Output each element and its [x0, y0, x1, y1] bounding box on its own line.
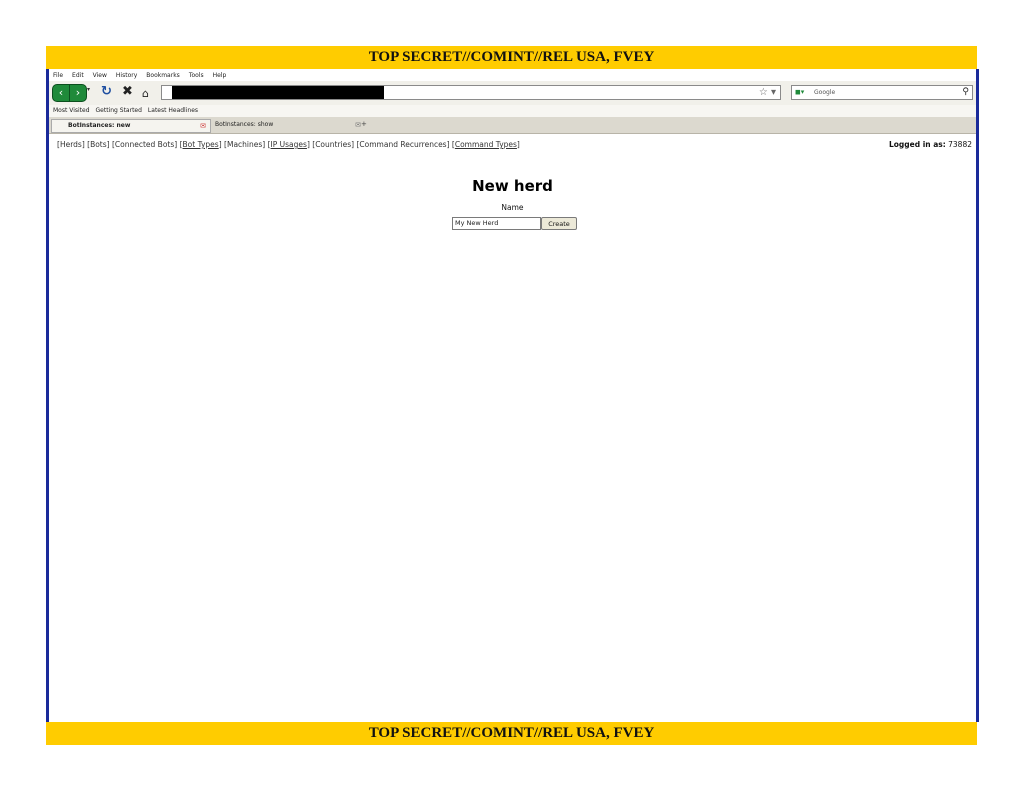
home-icon[interactable]: ⌂ — [142, 87, 149, 101]
herd-name-input[interactable] — [452, 217, 541, 230]
create-button[interactable]: Create — [541, 217, 577, 230]
forward-button[interactable]: › — [69, 84, 87, 102]
new-tab-button[interactable]: + — [361, 120, 367, 128]
tab-botinstances-new[interactable]: BotInstances: new ✉ — [51, 119, 211, 133]
forward-arrow-icon: › — [75, 86, 81, 99]
classification-banner-top: TOP SECRET//COMINT//REL USA, FVEY — [46, 46, 977, 69]
nav-command-types[interactable]: Command Types — [455, 140, 517, 149]
back-button[interactable]: ‹ — [52, 84, 70, 102]
menu-bar: File Edit View History Bookmarks Tools H… — [53, 69, 226, 81]
history-dropdown-icon[interactable]: ▾ — [87, 86, 90, 93]
page-title: New herd — [472, 177, 553, 195]
nav-command-recurrences[interactable]: Command Recurrences — [359, 140, 446, 149]
nav-bot-types[interactable]: Bot Types — [183, 140, 219, 149]
name-label: Name — [501, 203, 524, 212]
menu-file[interactable]: File — [53, 72, 63, 79]
logged-in-user: 73882 — [948, 140, 972, 149]
browser-window: File Edit View History Bookmarks Tools H… — [46, 69, 979, 722]
bookmark-latest-headlines[interactable]: Latest Headlines — [148, 105, 198, 117]
nav-machines[interactable]: Machines — [227, 140, 262, 149]
bookmark-star-icon[interactable]: ☆ ▾ — [759, 86, 776, 99]
logged-in-status: Logged in as: 73882 — [889, 140, 972, 149]
classification-banner-bottom: TOP SECRET//COMINT//REL USA, FVEY — [46, 722, 977, 745]
address-bar[interactable]: ☆ ▾ — [161, 85, 781, 100]
search-icon[interactable]: ⚲ — [962, 86, 969, 99]
menu-view[interactable]: View — [93, 72, 107, 79]
tab-botinstances-show[interactable]: BotInstances: show ✉ — [199, 119, 365, 131]
stop-icon[interactable]: ✖ — [122, 85, 133, 99]
menu-history[interactable]: History — [116, 72, 137, 79]
back-arrow-icon: ‹ — [58, 86, 64, 99]
search-engine-icon[interactable]: ◼▾ — [795, 86, 804, 99]
search-placeholder: Google — [814, 89, 836, 96]
navigation-toolbar: ‹ › ▾ ↻ ✖ ⌂ ☆ ▾ ◼▾ Google ⚲ — [49, 81, 976, 105]
nav-bots[interactable]: Bots — [90, 140, 107, 149]
nav-herds[interactable]: Herds — [60, 140, 82, 149]
logged-in-label: Logged in as: — [888, 140, 946, 149]
nav-ip-usages[interactable]: IP Usages — [271, 140, 307, 149]
menu-help[interactable]: Help — [213, 72, 227, 79]
reload-icon[interactable]: ↻ — [101, 85, 112, 99]
bookmark-getting-started[interactable]: Getting Started — [96, 105, 142, 117]
menu-edit[interactable]: Edit — [72, 72, 84, 79]
nav-connected-bots[interactable]: Connected Bots — [115, 140, 174, 149]
nav-countries[interactable]: Countries — [315, 140, 351, 149]
app-navigation: [Herds] [Bots] [Connected Bots] [Bot Typ… — [57, 140, 520, 149]
bookmark-most-visited[interactable]: Most Visited — [53, 105, 90, 117]
redacted-url — [172, 86, 384, 99]
search-bar[interactable]: ◼▾ Google ⚲ — [791, 85, 973, 100]
menu-bookmarks[interactable]: Bookmarks — [146, 72, 180, 79]
tab-label: BotInstances: show — [215, 121, 274, 128]
tab-strip: BotInstances: new ✉ BotInstances: show ✉… — [49, 117, 976, 134]
menu-tools[interactable]: Tools — [189, 72, 204, 79]
tab-label: BotInstances: new — [68, 122, 131, 129]
bookmarks-toolbar: Most Visited Getting Started Latest Head… — [49, 105, 976, 117]
